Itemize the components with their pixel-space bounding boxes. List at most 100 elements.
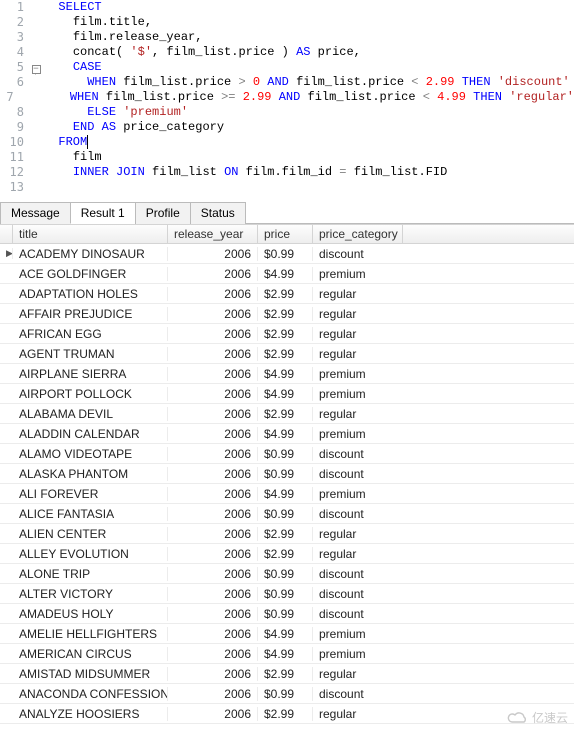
cell-title[interactable]: AFRICAN EGG xyxy=(13,327,168,341)
table-row[interactable]: AGENT TRUMAN2006$2.99regular xyxy=(0,344,574,364)
cell-title[interactable]: ALADDIN CALENDAR xyxy=(13,427,168,441)
cell-title[interactable]: ALLEY EVOLUTION xyxy=(13,547,168,561)
code-line[interactable]: 4 concat( '$', film_list.price ) AS pric… xyxy=(0,45,574,60)
column-header-price[interactable]: price xyxy=(258,225,313,243)
cell-title[interactable]: ALICE FANTASIA xyxy=(13,507,168,521)
column-header-release-year[interactable]: release_year xyxy=(168,225,258,243)
cell-price-category[interactable]: regular xyxy=(313,407,403,421)
cell-price[interactable]: $4.99 xyxy=(258,647,313,661)
cell-price-category[interactable]: premium xyxy=(313,427,403,441)
cell-release-year[interactable]: 2006 xyxy=(168,607,258,621)
cell-release-year[interactable]: 2006 xyxy=(168,347,258,361)
cell-price-category[interactable]: discount xyxy=(313,567,403,581)
cell-title[interactable]: AGENT TRUMAN xyxy=(13,347,168,361)
code-text[interactable]: film xyxy=(44,150,102,165)
cell-title[interactable]: AMERICAN CIRCUS xyxy=(13,647,168,661)
table-row[interactable]: AFRICAN EGG2006$2.99regular xyxy=(0,324,574,344)
cell-price[interactable]: $4.99 xyxy=(258,387,313,401)
code-line[interactable]: 9 END AS price_category xyxy=(0,120,574,135)
table-row[interactable]: ▶ACADEMY DINOSAUR2006$0.99discount xyxy=(0,244,574,264)
cell-price[interactable]: $2.99 xyxy=(258,287,313,301)
code-text[interactable]: FROM xyxy=(44,135,88,150)
code-line[interactable]: 11 film xyxy=(0,150,574,165)
cell-release-year[interactable]: 2006 xyxy=(168,387,258,401)
cell-release-year[interactable]: 2006 xyxy=(168,547,258,561)
cell-price[interactable]: $2.99 xyxy=(258,667,313,681)
tab-result-1[interactable]: Result 1 xyxy=(70,202,136,224)
table-row[interactable]: ALABAMA DEVIL2006$2.99regular xyxy=(0,404,574,424)
cell-price[interactable]: $0.99 xyxy=(258,587,313,601)
code-text[interactable]: concat( '$', film_list.price ) AS price, xyxy=(44,45,361,60)
sql-editor[interactable]: 1 SELECT2 film.title,3 film.release_year… xyxy=(0,0,574,195)
fold-minus-icon[interactable]: − xyxy=(32,65,41,74)
cell-release-year[interactable]: 2006 xyxy=(168,307,258,321)
cell-release-year[interactable]: 2006 xyxy=(168,427,258,441)
table-row[interactable]: AMISTAD MIDSUMMER2006$2.99regular xyxy=(0,664,574,684)
cell-release-year[interactable]: 2006 xyxy=(168,647,258,661)
code-text[interactable]: END AS price_category xyxy=(44,120,224,135)
cell-price[interactable]: $4.99 xyxy=(258,487,313,501)
cell-price[interactable]: $2.99 xyxy=(258,527,313,541)
code-line[interactable]: 8 ELSE 'premium' xyxy=(0,105,574,120)
cell-release-year[interactable]: 2006 xyxy=(168,507,258,521)
cell-release-year[interactable]: 2006 xyxy=(168,287,258,301)
cell-title[interactable]: ALAMO VIDEOTAPE xyxy=(13,447,168,461)
cell-price-category[interactable]: discount xyxy=(313,607,403,621)
cell-release-year[interactable]: 2006 xyxy=(168,467,258,481)
cell-title[interactable]: ALI FOREVER xyxy=(13,487,168,501)
cell-price-category[interactable]: regular xyxy=(313,667,403,681)
code-text[interactable]: WHEN film_list.price >= 2.99 AND film_li… xyxy=(27,90,574,105)
cell-price-category[interactable]: premium xyxy=(313,627,403,641)
cell-price-category[interactable]: discount xyxy=(313,687,403,701)
cell-title[interactable]: AMELIE HELLFIGHTERS xyxy=(13,627,168,641)
cell-title[interactable]: ALTER VICTORY xyxy=(13,587,168,601)
cell-price-category[interactable]: regular xyxy=(313,347,403,361)
table-row[interactable]: AIRPLANE SIERRA2006$4.99premium xyxy=(0,364,574,384)
cell-release-year[interactable]: 2006 xyxy=(168,267,258,281)
cell-title[interactable]: AIRPLANE SIERRA xyxy=(13,367,168,381)
cell-release-year[interactable]: 2006 xyxy=(168,327,258,341)
cell-title[interactable]: AMISTAD MIDSUMMER xyxy=(13,667,168,681)
cell-price-category[interactable]: regular xyxy=(313,547,403,561)
cell-price[interactable]: $0.99 xyxy=(258,247,313,261)
cell-release-year[interactable]: 2006 xyxy=(168,667,258,681)
cell-release-year[interactable]: 2006 xyxy=(168,247,258,261)
table-row[interactable]: AMADEUS HOLY2006$0.99discount xyxy=(0,604,574,624)
cell-price[interactable]: $0.99 xyxy=(258,687,313,701)
table-row[interactable]: AFFAIR PREJUDICE2006$2.99regular xyxy=(0,304,574,324)
table-row[interactable]: ALTER VICTORY2006$0.99discount xyxy=(0,584,574,604)
table-row[interactable]: ALICE FANTASIA2006$0.99discount xyxy=(0,504,574,524)
cell-release-year[interactable]: 2006 xyxy=(168,367,258,381)
cell-price-category[interactable]: regular xyxy=(313,527,403,541)
cell-price[interactable]: $0.99 xyxy=(258,607,313,621)
cell-price-category[interactable]: discount xyxy=(313,507,403,521)
cell-title[interactable]: ALIEN CENTER xyxy=(13,527,168,541)
code-text[interactable]: ELSE 'premium' xyxy=(44,105,188,120)
cell-price-category[interactable]: regular xyxy=(313,307,403,321)
cell-price[interactable]: $2.99 xyxy=(258,347,313,361)
table-row[interactable]: AMELIE HELLFIGHTERS2006$4.99premium xyxy=(0,624,574,644)
table-row[interactable]: ADAPTATION HOLES2006$2.99regular xyxy=(0,284,574,304)
cell-release-year[interactable]: 2006 xyxy=(168,527,258,541)
cell-title[interactable]: ANALYZE HOOSIERS xyxy=(13,707,168,721)
cell-release-year[interactable]: 2006 xyxy=(168,567,258,581)
cell-title[interactable]: ALASKA PHANTOM xyxy=(13,467,168,481)
cell-price-category[interactable]: discount xyxy=(313,247,403,261)
cell-price[interactable]: $2.99 xyxy=(258,407,313,421)
cell-price[interactable]: $0.99 xyxy=(258,507,313,521)
cell-release-year[interactable]: 2006 xyxy=(168,587,258,601)
tab-status[interactable]: Status xyxy=(190,202,246,224)
cell-price[interactable]: $4.99 xyxy=(258,367,313,381)
cell-title[interactable]: ALABAMA DEVIL xyxy=(13,407,168,421)
cell-price-category[interactable]: premium xyxy=(313,367,403,381)
tab-profile[interactable]: Profile xyxy=(135,202,191,224)
code-text[interactable]: WHEN film_list.price > 0 AND film_list.p… xyxy=(44,75,570,90)
table-row[interactable]: ANALYZE HOOSIERS2006$2.99regular xyxy=(0,704,574,724)
cell-release-year[interactable]: 2006 xyxy=(168,487,258,501)
code-line[interactable]: 5− CASE xyxy=(0,60,574,75)
cell-price-category[interactable]: discount xyxy=(313,587,403,601)
cell-price-category[interactable]: premium xyxy=(313,387,403,401)
cell-price[interactable]: $0.99 xyxy=(258,567,313,581)
cell-title[interactable]: ALONE TRIP xyxy=(13,567,168,581)
tab-message[interactable]: Message xyxy=(0,202,71,224)
